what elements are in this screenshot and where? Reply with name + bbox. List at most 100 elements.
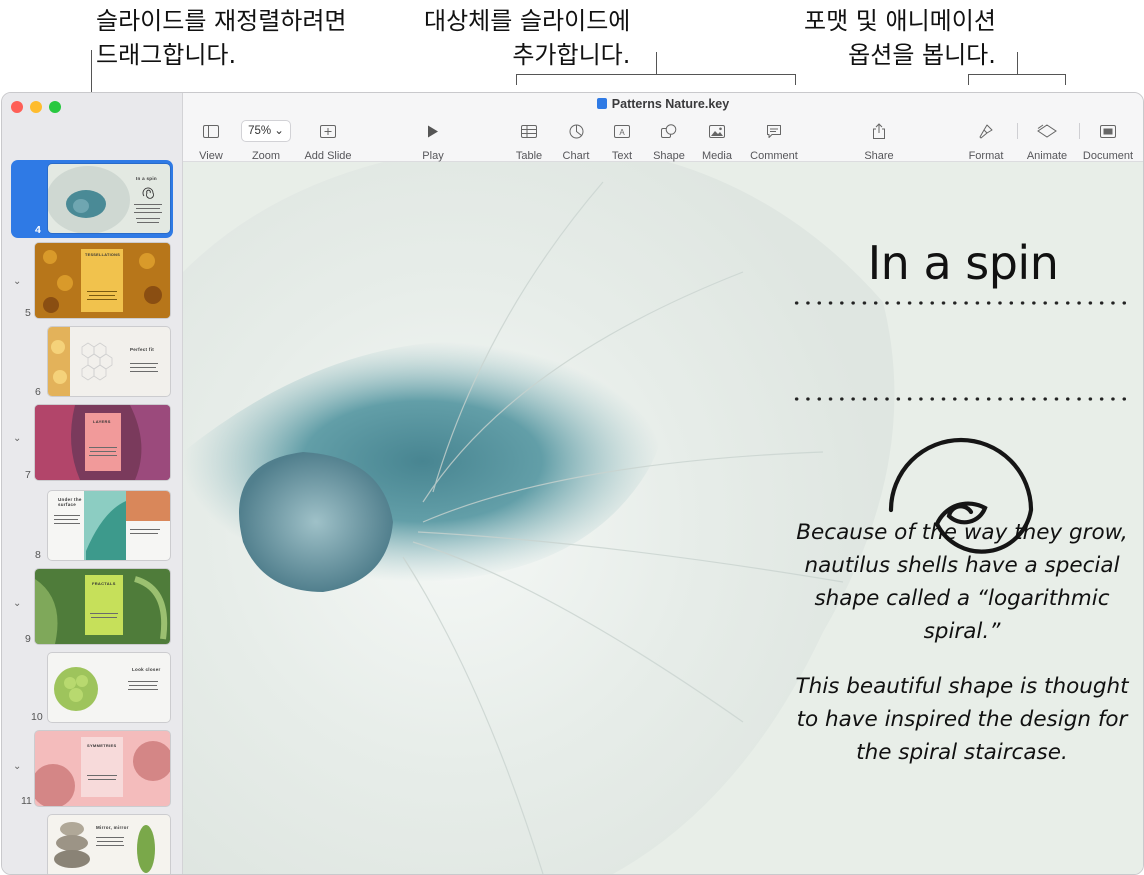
slide-thumbnail-title: Look closer bbox=[132, 667, 161, 672]
add-slide-button[interactable]: Add Slide bbox=[296, 119, 360, 162]
leader-line-add-objects bbox=[656, 52, 657, 74]
callout-reorder: 슬라이드를 재정렬하려면 드래그합니다. bbox=[96, 4, 347, 72]
leader-bracket-add-objects-left bbox=[516, 74, 517, 85]
slide-thumbnail-9[interactable]: FRACTALS bbox=[35, 569, 170, 644]
animate-diamond-icon bbox=[1037, 124, 1057, 138]
comment-icon bbox=[767, 124, 781, 138]
slide-thumbnail-title: FRACTALS bbox=[92, 581, 116, 586]
slide-navigator[interactable]: In a spin 4 ⌄ TESSELLATIONS 5 Perfect fi… bbox=[2, 93, 183, 874]
document-button[interactable]: Document bbox=[1076, 119, 1140, 162]
slide-number-8: 8 bbox=[35, 549, 41, 561]
format-label: Format bbox=[968, 150, 1004, 162]
slide-thumbnail-4[interactable]: In a spin bbox=[48, 164, 170, 233]
romanesco-thumbnail-image bbox=[54, 667, 98, 711]
chevron-down-icon[interactable]: ⌄ bbox=[13, 433, 21, 444]
slide-thumbnail-title: TESSELLATIONS bbox=[85, 253, 121, 257]
leader-bracket-format bbox=[968, 74, 1065, 75]
share-label: Share bbox=[864, 150, 894, 162]
callout-add-objects-line1: 대상체를 슬라이드에 bbox=[424, 7, 631, 35]
document-label: Document bbox=[1082, 150, 1134, 162]
zoom-value: 75% bbox=[248, 125, 272, 137]
play-label: Play bbox=[422, 150, 444, 162]
slide-thumbnail-7[interactable]: LAYERS bbox=[35, 405, 170, 480]
share-icon bbox=[873, 122, 885, 139]
callout-format-line1: 포맷 및 애니메이션 bbox=[804, 7, 996, 35]
slide-thumbnail-title: SYMMETRIES bbox=[87, 743, 117, 748]
slide-thumbnail-title: Under the surface bbox=[58, 497, 82, 507]
keynote-window: In a spin 4 ⌄ TESSELLATIONS 5 Perfect fi… bbox=[1, 92, 1144, 875]
toolbar: Patterns Nature.key View 75% ⌄ Zoom Add … bbox=[183, 93, 1143, 162]
zoom-window-button[interactable] bbox=[49, 101, 61, 113]
honeycomb-outline-thumbnail-image bbox=[48, 327, 113, 396]
close-button[interactable] bbox=[11, 101, 23, 113]
media-icon bbox=[709, 124, 725, 138]
document-title: Patterns Nature.key bbox=[611, 97, 730, 111]
add-slide-icon bbox=[320, 124, 336, 138]
slide-thumbnail-5[interactable]: TESSELLATIONS bbox=[35, 243, 170, 318]
slide-thumbnail-title: LAYERS bbox=[93, 419, 111, 424]
leader-bracket-add-objects-right bbox=[795, 74, 796, 85]
spiral-icon bbox=[142, 187, 154, 199]
shape-icon bbox=[661, 123, 677, 138]
callout-format-line2: 옵션을 봅니다. bbox=[848, 41, 996, 69]
table-icon bbox=[521, 124, 537, 138]
chevron-down-icon[interactable]: ⌄ bbox=[13, 598, 21, 609]
animate-label: Animate bbox=[1026, 150, 1068, 162]
callout-add-objects-line2: 추가합니다. bbox=[512, 41, 631, 69]
animate-button[interactable]: Animate bbox=[1015, 119, 1079, 162]
title-divider-bottom bbox=[791, 397, 1131, 401]
chevron-down-icon[interactable]: ⌄ bbox=[13, 761, 21, 772]
share-button[interactable]: Share bbox=[847, 119, 911, 162]
comment-button[interactable]: Comment bbox=[742, 119, 806, 162]
slide-number-5: 5 bbox=[25, 307, 31, 319]
callout-add-objects: 대상체를 슬라이드에 추가합니다. bbox=[424, 4, 630, 72]
slide-thumbnail-title: Mirror, mirror bbox=[96, 825, 129, 830]
slide-thumbnail-6[interactable]: Perfect fit bbox=[48, 327, 170, 396]
slide-number-6: 6 bbox=[35, 386, 41, 398]
slide-thumbnail-title: In a spin bbox=[136, 176, 157, 181]
keynote-file-icon bbox=[596, 98, 607, 109]
callout-reorder-line1: 슬라이드를 재정렬하려면 bbox=[96, 7, 347, 35]
leader-bracket-format-left bbox=[968, 74, 969, 85]
leader-bracket-add-objects bbox=[516, 74, 795, 75]
add-slide-label: Add Slide bbox=[304, 150, 352, 162]
title-divider-top bbox=[791, 301, 1131, 305]
slide-thumbnail-10[interactable]: Look closer bbox=[48, 653, 170, 722]
slide-body-paragraph-1[interactable]: Because of the way they grow, nautilus s… bbox=[789, 516, 1135, 648]
media-button[interactable]: Media bbox=[685, 119, 749, 162]
callout-format: 포맷 및 애니메이션 옵션을 봅니다. bbox=[804, 4, 996, 72]
canyon-thumbnail-image bbox=[35, 405, 170, 480]
format-button[interactable]: Format bbox=[954, 119, 1018, 162]
slide-number-4: 4 bbox=[35, 224, 41, 236]
chevron-down-icon[interactable]: ⌄ bbox=[13, 276, 21, 287]
play-button[interactable]: Play bbox=[401, 119, 465, 162]
play-icon bbox=[428, 125, 438, 137]
svg-text:A: A bbox=[619, 128, 625, 137]
document-icon bbox=[1100, 124, 1116, 138]
chart-icon bbox=[569, 124, 583, 138]
paintbrush-icon bbox=[979, 124, 993, 139]
window-title: Patterns Nature.key bbox=[183, 97, 1143, 111]
comment-label: Comment bbox=[750, 150, 798, 162]
slide-number-9: 9 bbox=[25, 633, 31, 645]
slide-thumbnail-title: Perfect fit bbox=[130, 347, 155, 352]
sidebar-view-icon bbox=[203, 124, 219, 138]
zoom-select[interactable]: 75% ⌄ bbox=[241, 120, 291, 142]
slide-thumbnail-11[interactable]: SYMMETRIES bbox=[35, 731, 170, 806]
zoom-control[interactable]: 75% ⌄ Zoom bbox=[234, 119, 298, 162]
slide-number-7: 7 bbox=[25, 469, 31, 481]
zoom-label: Zoom bbox=[251, 150, 281, 162]
slide-canvas[interactable]: In a spin Because of the way they grow, … bbox=[183, 162, 1143, 874]
media-label: Media bbox=[702, 150, 732, 162]
minimize-button[interactable] bbox=[30, 101, 42, 113]
leader-line-format bbox=[1017, 52, 1018, 74]
slide-thumbnail-12[interactable]: Mirror, mirror bbox=[48, 815, 170, 874]
slide-number-10: 10 bbox=[31, 711, 43, 723]
slide-number-11: 11 bbox=[21, 795, 32, 807]
text-box-icon: A bbox=[614, 124, 630, 138]
leader-bracket-format-right bbox=[1065, 74, 1066, 85]
slide-thumbnail-8[interactable]: Under the surface bbox=[48, 491, 170, 560]
slide-title[interactable]: In a spin bbox=[783, 236, 1143, 290]
slide-body-paragraph-2[interactable]: This beautiful shape is thought to have … bbox=[789, 670, 1135, 769]
callout-reorder-line2: 드래그합니다. bbox=[96, 41, 237, 69]
